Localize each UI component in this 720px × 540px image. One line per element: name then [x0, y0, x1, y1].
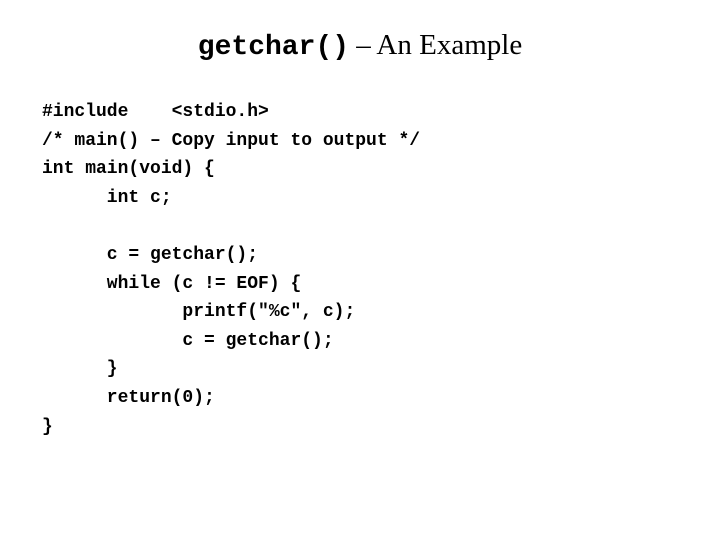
code-line: return(0);	[42, 387, 215, 408]
code-line: int main(void) {	[42, 159, 215, 180]
code-line: #include <stdio.h>	[42, 102, 269, 122]
page-title-code-fragment: getchar()	[197, 32, 350, 63]
code-line: /* main() – Copy input to output */	[42, 130, 421, 151]
code-line: c = getchar();	[42, 244, 259, 265]
code-listing: #include <stdio.h> /* main() – Copy inpu…	[42, 98, 702, 441]
slide-canvas: getchar() – An Example #include <stdio.h…	[0, 0, 720, 540]
code-line: int c;	[42, 187, 172, 208]
code-line: while (c != EOF) {	[42, 273, 302, 294]
page-title-text-fragment: – An Example	[349, 29, 523, 61]
code-line: }	[42, 359, 118, 380]
code-line: printf("%c", c);	[42, 302, 356, 323]
code-line: c = getchar();	[42, 330, 334, 351]
code-line: }	[42, 416, 53, 437]
page-title: getchar() – An Example	[0, 31, 720, 62]
